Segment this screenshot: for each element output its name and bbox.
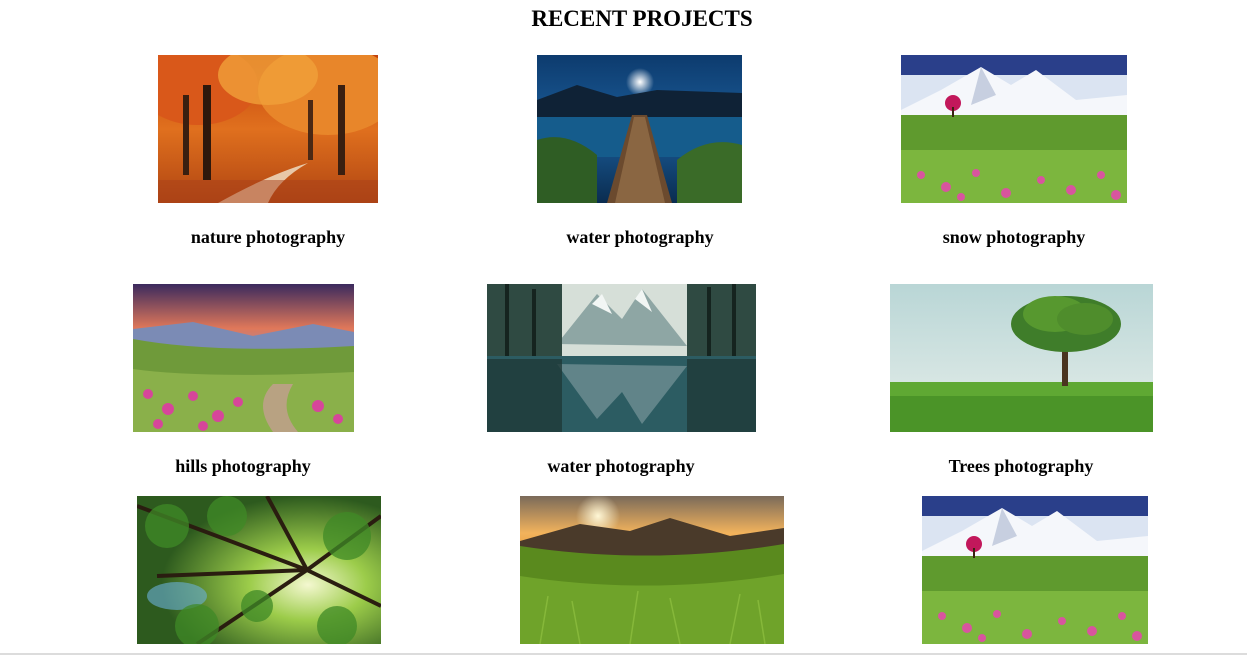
project-image-forest-canopy[interactable]	[137, 496, 381, 644]
project-image-autumn-forest[interactable]	[158, 55, 378, 203]
project-image-sunset-grassland[interactable]	[520, 496, 784, 644]
project-caption: Trees photography	[948, 456, 1094, 476]
project-caption: water photography	[547, 456, 695, 476]
page-title: RECENT PROJECTS	[531, 6, 753, 31]
project-image-lake-jetty[interactable]	[537, 55, 742, 203]
project-caption: hills photography	[175, 456, 311, 476]
project-caption: nature photography	[190, 227, 346, 247]
project-image-snowy-mountain-2[interactable]	[922, 496, 1148, 644]
project-caption: water photography	[566, 227, 714, 247]
recent-projects-page: RECENT PROJECTS nature photography water…	[0, 0, 1247, 655]
project-image-lone-tree[interactable]	[890, 284, 1153, 432]
project-image-hills-sunset[interactable]	[133, 284, 354, 432]
project-image-mountain-lake[interactable]	[487, 284, 756, 432]
project-caption: snow photography	[942, 227, 1086, 247]
project-image-snowy-mountain[interactable]	[901, 55, 1127, 203]
